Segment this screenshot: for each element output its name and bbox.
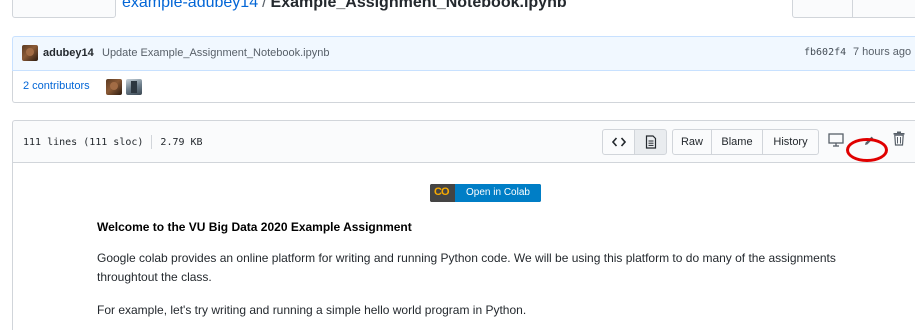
contributors-link[interactable]: 2 contributors <box>23 80 90 92</box>
open-desktop-button[interactable] <box>828 133 844 152</box>
file-text-icon <box>645 135 656 149</box>
breadcrumb-separator: / <box>262 0 267 11</box>
delete-file-button[interactable] <box>893 131 905 151</box>
file-actions-divider <box>852 0 853 17</box>
contributor-avatar-1[interactable] <box>106 79 122 95</box>
display-source-button[interactable] <box>602 129 635 155</box>
branch-selector-button[interactable] <box>12 0 116 18</box>
breadcrumb: example-adubey14 /Example_Assignment_Note… <box>122 0 567 12</box>
file-info: 111 lines (111 sloc) 2.79 KB <box>23 135 203 149</box>
file-size: 2.79 KB <box>160 137 203 148</box>
commit-time: 7 hours ago <box>853 46 912 58</box>
file-info-divider <box>151 135 153 149</box>
commit-author-link[interactable]: adubey14 <box>43 47 94 59</box>
contributor-avatar-2[interactable] <box>126 79 142 95</box>
top-nav-strip: example-adubey14 /Example_Assignment_Note… <box>0 0 915 22</box>
colab-badge-label: Open in Colab <box>455 184 541 202</box>
notebook-content: CO Open in Colab Welcome to the VU Big D… <box>12 163 915 330</box>
notebook-heading: Welcome to the VU Big Data 2020 Example … <box>97 220 412 234</box>
file-line-count: 111 lines (111 sloc) <box>23 137 144 148</box>
colab-logo-icon: CO <box>430 184 455 202</box>
edit-annotation-circle <box>846 138 888 162</box>
notebook-paragraph-intro: Google colab provides an online platform… <box>97 251 836 284</box>
contributors-bar: 2 contributors <box>12 71 915 103</box>
code-icon <box>611 137 626 147</box>
trash-icon <box>893 131 905 146</box>
open-in-colab-badge[interactable]: CO Open in Colab <box>430 184 541 202</box>
raw-button[interactable]: Raw <box>672 129 712 155</box>
desktop-icon <box>828 133 844 147</box>
breadcrumb-file: Example_Assignment_Notebook.ipynb <box>270 0 567 11</box>
breadcrumb-repo-link[interactable]: example-adubey14 <box>122 0 258 11</box>
blame-button[interactable]: Blame <box>711 129 763 155</box>
commit-sha-link[interactable]: fb602f4 <box>804 47 846 58</box>
file-actions-group[interactable] <box>792 0 915 18</box>
author-avatar[interactable] <box>22 45 38 61</box>
file-header: 111 lines (111 sloc) 2.79 KB Raw Blame Hi… <box>12 120 915 163</box>
notebook-paragraph-example: For example, let's try writing and runni… <box>97 303 527 317</box>
display-rendered-button[interactable] <box>634 129 667 155</box>
latest-commit-bar: adubey14 Update Example_Assignment_Noteb… <box>12 36 915 71</box>
commit-message-link[interactable]: Update Example_Assignment_Notebook.ipynb <box>102 47 329 59</box>
history-button[interactable]: History <box>762 129 819 155</box>
